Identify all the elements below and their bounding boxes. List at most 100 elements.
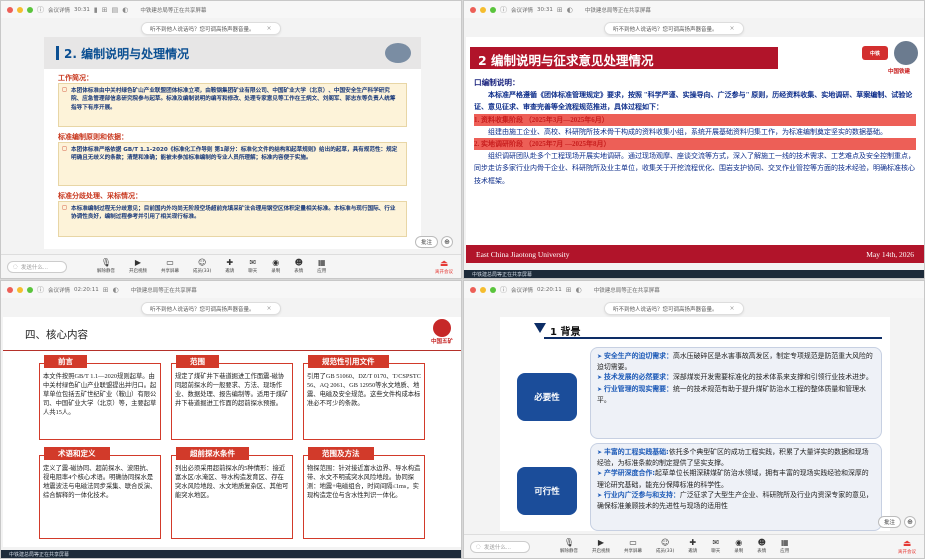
card-label: 范围 <box>176 355 219 368</box>
toast-close-icon[interactable]: × <box>267 305 272 312</box>
members-icon: ☺ <box>197 258 207 267</box>
slide-title: 2 编制说明与征求意见处理情况 <box>478 53 654 68</box>
apps-button[interactable]: ▦ 应用 <box>317 259 326 275</box>
meeting-info-label[interactable]: 会议详情 <box>511 286 533 294</box>
invite-button[interactable]: ✚ 邀请 <box>225 259 235 275</box>
content-card: 前言 本文件按照GB/T 1.1—2020规则起草。由中关村绿色矿山产业联盟提出… <box>39 355 161 440</box>
meeting-info-icon[interactable]: ⓘ <box>500 285 507 295</box>
item-head: 技术发展的必然要求： <box>597 373 673 381</box>
minimize-dot[interactable] <box>480 6 486 13</box>
toast-close-icon[interactable]: × <box>730 25 735 32</box>
leave-button[interactable]: ⏏ 离开会议 <box>898 539 916 555</box>
close-dot[interactable] <box>7 6 13 13</box>
meeting-info-icon[interactable]: ⓘ <box>37 5 44 15</box>
share-icon[interactable]: ◐ <box>113 286 119 294</box>
invite-icon: ✚ <box>689 538 697 547</box>
close-dot[interactable] <box>7 286 13 293</box>
slide-title: 1 背景 <box>550 327 581 338</box>
slide-header: 2. 编制说明与处理情况 <box>44 37 421 69</box>
item-head: 行业管理的现实需要： <box>597 385 673 393</box>
share-label: 共享屏幕 <box>624 549 642 554</box>
chat-input[interactable]: ◌ 发送什么... <box>470 540 530 553</box>
share-screen-button[interactable]: ▭ 共享屏幕 <box>161 259 179 275</box>
view-icon[interactable]: ▤ <box>112 6 119 14</box>
card-text: 本文件按照GB/T 1.1—2020规则起草。由中关村绿色矿山产业联盟提出并归口… <box>43 373 157 417</box>
content-card: 术语和定义 定义了震-磁协同、超前探水、波阻抗、视电阻率4个核心术语。明确协同探… <box>39 447 161 539</box>
invite-label: 邀请 <box>225 269 235 274</box>
share-icon[interactable]: ◐ <box>122 6 128 14</box>
layout-icon[interactable]: ⊞ <box>103 286 109 294</box>
content-card: 范围 规定了煤矿井下巷道掘进工作面震-磁协同超前探水的一般要求、方法、现场作业、… <box>171 355 293 440</box>
meeting-info-label[interactable]: 会议详情 <box>48 6 70 14</box>
video-label: 开启视频 <box>592 549 610 554</box>
emoji-button[interactable]: ☻ 表情 <box>757 539 766 555</box>
annotate-button[interactable]: 批注 <box>877 516 901 528</box>
share-icon[interactable]: ◐ <box>576 286 582 294</box>
slide-header: 四、核心内容 <box>3 317 461 351</box>
mute-button[interactable]: 🎙 解除静音 <box>560 538 578 555</box>
minimize-dot[interactable] <box>480 286 486 293</box>
taskbar: 中铁建总局等正在共享屏幕 <box>1 550 461 558</box>
video-button[interactable]: ▶ 开启视频 <box>129 259 147 275</box>
zoom-icon[interactable]: ⊕ <box>441 236 453 248</box>
meeting-window-2: ⓘ 会议详情 30:31 ⊞ ◐ 中铁建总局等正在共享屏幕 听不到他人说话吗？您… <box>463 0 925 279</box>
apps-button[interactable]: ▦ 应用 <box>780 539 789 555</box>
chat-input[interactable]: ◌ 发送什么... <box>7 260 67 273</box>
chat-button[interactable]: ✉ 聊天 <box>248 259 257 275</box>
taskbar-chip[interactable]: 中铁建总局等正在共享屏幕 <box>9 551 69 558</box>
record-button[interactable]: ◉ 录制 <box>734 539 743 555</box>
share-icon[interactable]: ◐ <box>567 6 573 14</box>
layout-icon[interactable]: ⊞ <box>102 6 108 14</box>
share-screen-button[interactable]: ▭ 共享屏幕 <box>624 539 642 555</box>
emoji-button[interactable]: ☻ 表情 <box>294 259 304 275</box>
zoom-dot[interactable] <box>27 286 33 293</box>
shared-slide: 四、核心内容 中国五矿 前言 本文件按照GB/T 1.1—2020规则起草。由中… <box>3 317 461 547</box>
meeting-info-icon[interactable]: ⓘ <box>37 285 44 295</box>
minimize-dot[interactable] <box>17 6 23 13</box>
feasibility-label: 可行性 <box>517 467 577 515</box>
card-text: 定义了震-磁协同、超前探水、波阻抗、视电阻率4个核心术语。明确协同探水是地震波法… <box>43 465 157 500</box>
chat-button[interactable]: ✉ 聊天 <box>711 538 720 555</box>
slide-title: 2. 编制说明与处理情况 <box>64 47 190 61</box>
sharing-chip: 中铁建总局等正在共享屏幕 <box>140 7 207 14</box>
panel-item: 行业管理的现实需要：统一的技术规范有助于提升煤矿防治水工程的整体质量和管理水平。 <box>597 384 875 405</box>
section-box: 本团体标准由中关村绿色矿山产业联盟团体标准立项，由鞍钢集团矿业有限公司、中国矿业… <box>58 83 407 127</box>
content-card: 范围及方法 物探范围：针对接近富水边界、导水构造带、水文不明或突水风险地段。协同… <box>303 447 425 539</box>
meeting-info-label[interactable]: 会议详情 <box>48 286 70 294</box>
mic-icon: 🎙 <box>563 538 575 547</box>
leave-button[interactable]: ⏏ 离开会议 <box>435 259 453 275</box>
meeting-info-label[interactable]: 会议详情 <box>511 6 533 14</box>
search-icon: ◌ <box>476 543 481 550</box>
annotation-controls: 批注 ⊕ <box>877 516 916 528</box>
layout-icon[interactable]: ⊞ <box>566 286 572 294</box>
toast-close-icon[interactable]: × <box>730 305 735 312</box>
chat-icon: ✉ <box>712 538 720 547</box>
video-button[interactable]: ▶ 开启视频 <box>592 539 610 555</box>
members-button[interactable]: ☺ 成员(33) <box>656 539 674 555</box>
members-button[interactable]: ☺ 成员(33) <box>193 258 211 275</box>
item-head: 产学研深度合作: <box>597 469 655 477</box>
leave-label: 离开会议 <box>898 550 916 555</box>
mute-button[interactable]: 🎙 解除静音 <box>97 259 115 275</box>
layout-icon[interactable]: ⊞ <box>557 6 563 14</box>
zoom-dot[interactable] <box>490 6 496 13</box>
record-button[interactable]: ◉ 录制 <box>271 259 280 275</box>
meeting-info-icon[interactable]: ⓘ <box>500 5 507 15</box>
taskbar-chip[interactable]: 中铁建总局等正在共享屏幕 <box>472 271 532 278</box>
invite-button[interactable]: ✚ 邀请 <box>688 538 697 555</box>
meeting-timer: 30:31 <box>537 6 553 13</box>
close-dot[interactable] <box>470 286 476 293</box>
shared-slide: 1 背景 必要性 安全生产的迫切需求：高水压破碎区是水害事故高发区，制定专项规范… <box>500 317 890 531</box>
annotate-button[interactable]: 批注 <box>414 236 438 248</box>
section-title: 标准分歧处理、采标情况： <box>58 192 142 200</box>
close-dot[interactable] <box>470 6 476 13</box>
minimize-dot[interactable] <box>17 286 23 293</box>
sharing-chip: 中铁建总局等正在共享屏幕 <box>593 287 660 294</box>
zoom-icon[interactable]: ⊕ <box>904 516 916 528</box>
zoom-dot[interactable] <box>490 286 496 293</box>
card-text: 引用了GB 51060、DZ/T 0170、T/CSPSTC 56、AQ 206… <box>307 373 421 408</box>
emoji-label: 表情 <box>294 269 304 274</box>
toast-close-icon[interactable]: × <box>267 25 272 32</box>
speaker-toast: 听不到他人说话吗？您可调高扬声器音量。 × <box>604 22 744 35</box>
zoom-dot[interactable] <box>27 6 33 13</box>
